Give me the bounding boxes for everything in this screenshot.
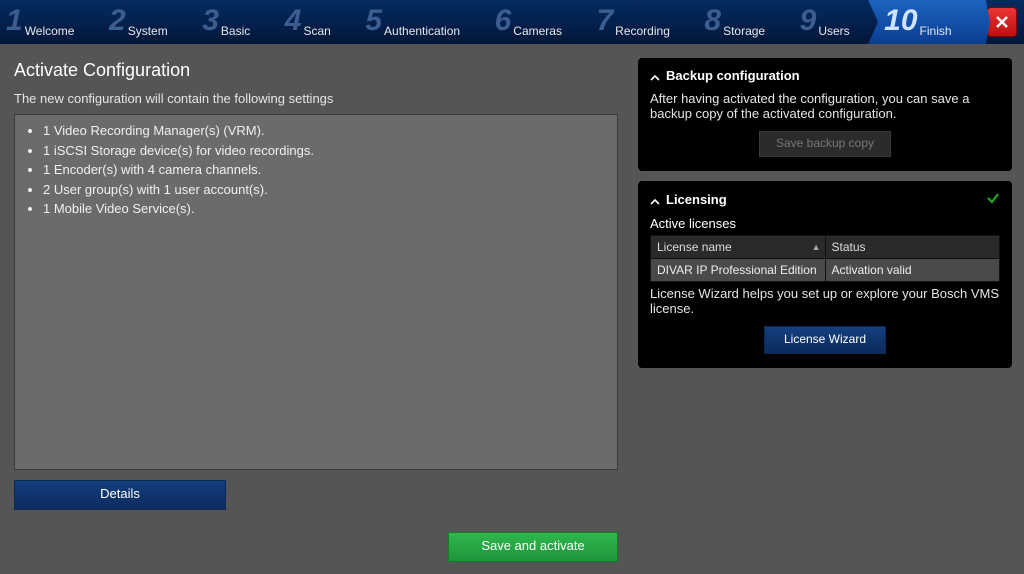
- close-button[interactable]: [987, 7, 1017, 37]
- page-title: Activate Configuration: [14, 60, 618, 81]
- backup-panel-text: After having activated the configuration…: [650, 91, 1000, 121]
- wizard-step-number: 1: [6, 6, 23, 36]
- wizard-step-number: 2: [109, 6, 126, 36]
- wizard-step-label: Users: [818, 24, 849, 38]
- wizard-step-number: 4: [285, 6, 302, 36]
- config-item: 2 User group(s) with 1 user account(s).: [43, 180, 611, 200]
- wizard-step-label: Storage: [723, 24, 765, 38]
- wizard-step-bar: 1Welcome2System3Basic4Scan5Authenticatio…: [0, 0, 1024, 44]
- wizard-step-label: Authentication: [384, 24, 460, 38]
- details-button[interactable]: Details: [14, 480, 226, 510]
- licensing-panel-title: Licensing: [666, 192, 727, 207]
- backup-panel-title: Backup configuration: [666, 68, 800, 83]
- config-item: 1 Encoder(s) with 4 camera channels.: [43, 160, 611, 180]
- check-icon: [986, 191, 1000, 208]
- wizard-step-number: 3: [202, 6, 219, 36]
- wizard-step-number: 9: [800, 6, 817, 36]
- chevron-up-icon: [650, 195, 660, 205]
- wizard-step-scan[interactable]: 4Scan: [279, 0, 360, 44]
- side-panels: Backup configuration After having activa…: [632, 44, 1024, 574]
- sort-ascending-icon: ▲: [812, 242, 821, 252]
- wizard-step-system[interactable]: 2System: [103, 0, 196, 44]
- active-licenses-label: Active licenses: [650, 216, 1000, 231]
- config-item: 1 Mobile Video Service(s).: [43, 199, 611, 219]
- wizard-step-label: Recording: [615, 24, 670, 38]
- wizard-step-number: 7: [596, 6, 613, 36]
- licensing-panel: Licensing Active licenses License name▲ …: [638, 181, 1012, 368]
- wizard-step-storage[interactable]: 8Storage: [698, 0, 793, 44]
- wizard-step-label: Scan: [303, 24, 330, 38]
- page-subtitle: The new configuration will contain the f…: [14, 91, 618, 106]
- backup-panel: Backup configuration After having activa…: [638, 58, 1012, 171]
- license-name-cell: DIVAR IP Professional Edition: [651, 259, 826, 282]
- license-col-name[interactable]: License name▲: [651, 236, 826, 259]
- license-col-status[interactable]: Status: [825, 236, 1000, 259]
- wizard-step-number: 5: [365, 6, 382, 36]
- licensing-panel-header[interactable]: Licensing: [650, 191, 1000, 208]
- licensing-help-text: License Wizard helps you set up or explo…: [650, 286, 1000, 316]
- wizard-step-basic[interactable]: 3Basic: [196, 0, 279, 44]
- wizard-step-label: System: [128, 24, 168, 38]
- wizard-step-label: Basic: [221, 24, 250, 38]
- backup-panel-header[interactable]: Backup configuration: [650, 68, 1000, 83]
- config-item: 1 Video Recording Manager(s) (VRM).: [43, 121, 611, 141]
- configuration-summary-list: 1 Video Recording Manager(s) (VRM).1 iSC…: [25, 121, 611, 219]
- save-backup-button: Save backup copy: [759, 131, 891, 157]
- wizard-step-label: Welcome: [25, 24, 75, 38]
- config-item: 1 iSCSI Storage device(s) for video reco…: [43, 141, 611, 161]
- chevron-up-icon: [650, 71, 660, 81]
- wizard-step-number: 6: [495, 6, 512, 36]
- wizard-step-number: 8: [704, 6, 721, 36]
- wizard-step-welcome[interactable]: 1Welcome: [0, 0, 103, 44]
- wizard-step-authentication[interactable]: 5Authentication: [359, 0, 488, 44]
- license-wizard-button[interactable]: License Wizard: [764, 326, 886, 354]
- wizard-step-label: Cameras: [513, 24, 562, 38]
- wizard-step-cameras[interactable]: 6Cameras: [489, 0, 591, 44]
- main-content: Activate Configuration The new configura…: [0, 44, 632, 574]
- license-status-cell: Activation valid: [825, 259, 1000, 282]
- wizard-step-number: 10: [884, 6, 917, 36]
- wizard-step-label: Finish: [920, 24, 952, 38]
- license-row[interactable]: DIVAR IP Professional EditionActivation …: [651, 259, 1000, 282]
- wizard-step-recording[interactable]: 7Recording: [590, 0, 698, 44]
- license-table: License name▲ Status DIVAR IP Profession…: [650, 235, 1000, 282]
- configuration-summary-box: 1 Video Recording Manager(s) (VRM).1 iSC…: [14, 114, 618, 470]
- wizard-step-users[interactable]: 9Users: [794, 0, 879, 44]
- save-and-activate-button[interactable]: Save and activate: [448, 532, 618, 562]
- wizard-step-finish[interactable]: 10Finish: [878, 0, 980, 44]
